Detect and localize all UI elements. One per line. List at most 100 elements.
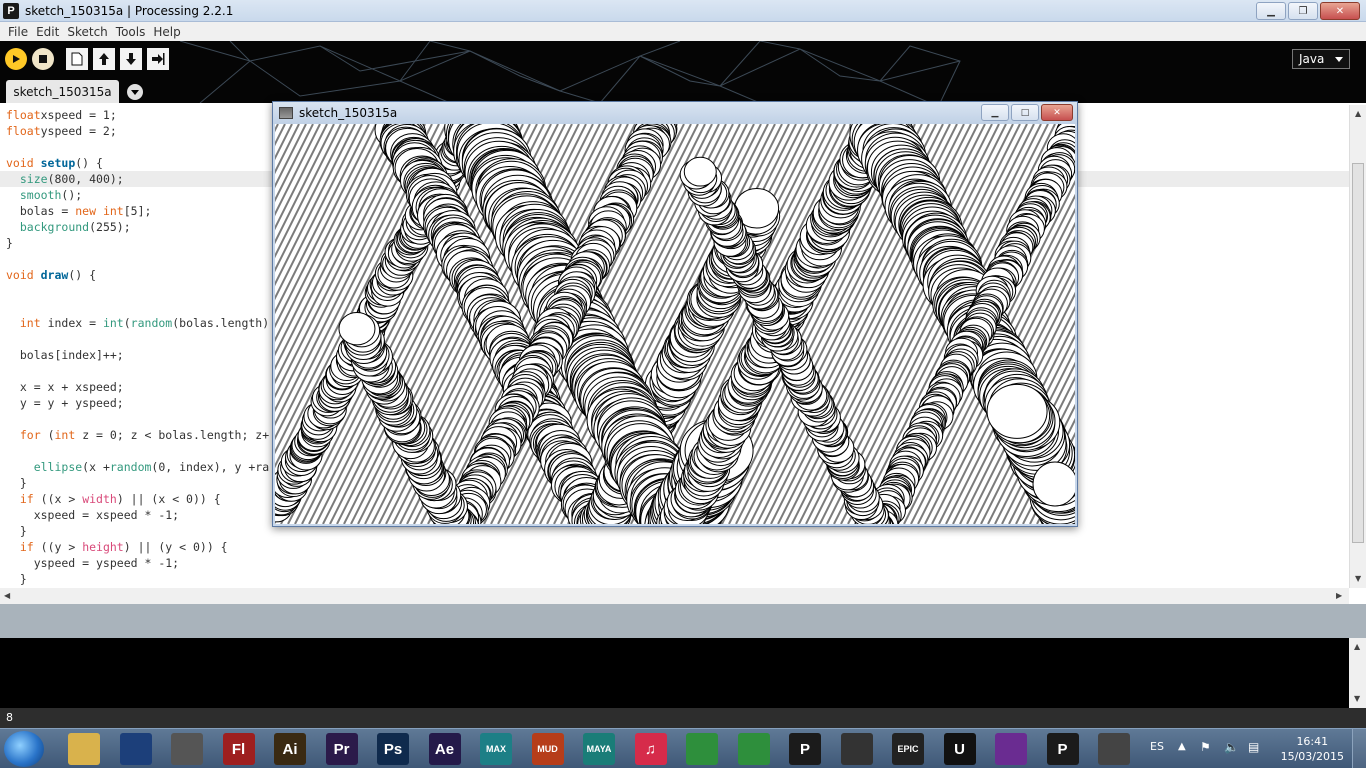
code-line: } [6,475,27,491]
code-token: ((x > [33,492,83,506]
chrome-active-icon[interactable] [737,733,770,765]
save-button[interactable] [120,48,142,70]
scroll-up-icon[interactable]: ▲ [1355,109,1361,118]
premiere-icon-label: Pr [333,740,350,758]
cinema4d-icon[interactable] [119,733,152,765]
epic-games-icon-label: EPIC [897,744,919,754]
unity-icon[interactable] [840,733,873,765]
menu-help[interactable]: Help [149,25,184,39]
new-button[interactable] [66,48,88,70]
code-token: if [19,492,34,506]
sketch-close-button[interactable]: ✕ [1041,104,1073,121]
processing-icon[interactable]: P [789,733,821,765]
minimize-button[interactable]: ▁ [1256,2,1286,20]
sketch-ellipse [683,156,717,187]
menu-file[interactable]: File [4,25,32,39]
maya-icon-label: MAYA [586,744,612,754]
sketch-canvas[interactable] [275,124,1075,524]
code-token: yspeed = 2; [40,124,117,138]
scroll-right-icon[interactable]: ▶ [1336,591,1342,600]
network-icon[interactable]: ▤ [1248,740,1259,754]
open-button[interactable] [93,48,115,70]
close-button[interactable]: ✕ [1320,2,1360,20]
code-token: y = y + yspeed; [6,396,124,410]
maximize-icon: □ [1020,107,1030,118]
sketch-minimize-button[interactable]: ▁ [981,104,1009,121]
scroll-down-icon[interactable]: ▼ [1355,574,1361,583]
code-token: draw [40,268,69,282]
console-area[interactable] [0,638,1349,708]
code-token: ) || (y < 0)) { [123,540,228,554]
code-token: if [19,540,34,554]
unreal-icon[interactable]: U [943,733,976,765]
chrome-icon[interactable] [686,733,718,765]
start-button[interactable] [4,731,44,767]
code-token: width [82,492,117,506]
window-controls: ▁ ❐ ✕ [1256,2,1360,20]
close-icon: ✕ [1053,107,1061,118]
tray-expand-icon[interactable]: ▲ [1178,741,1186,752]
code-line: } [6,523,27,539]
code-token: ellipse [33,460,83,474]
sketch-title-bar[interactable]: sketch_150315a ▁ □ ✕ [273,102,1077,124]
sketch-ellipse [338,312,376,346]
sketch-window[interactable]: sketch_150315a ▁ □ ✕ [272,101,1078,527]
sketch-window-icon [279,107,293,119]
tab-sketch[interactable]: sketch_150315a [6,80,119,103]
epic-games-icon[interactable]: EPIC [892,733,924,765]
file-explorer-icon[interactable] [68,733,100,765]
tab-menu-button[interactable] [127,84,143,100]
sketch-maximize-button[interactable]: □ [1011,104,1039,121]
export-button[interactable] [147,48,169,70]
volume-icon[interactable]: 🔈 [1224,740,1239,754]
photoshop-icon[interactable]: Ps [377,733,409,765]
show-desktop-button[interactable] [1352,729,1366,768]
code-token: int [54,428,76,442]
code-token: } [6,572,27,586]
scroll-left-icon[interactable]: ◀ [4,591,10,600]
upload-arrow-icon [99,53,109,65]
menu-edit[interactable]: Edit [32,25,63,39]
mudbox-icon[interactable]: MUD [531,733,564,765]
menu-tools[interactable]: Tools [112,25,150,39]
maya-icon[interactable]: MAYA [583,733,615,765]
download-arrow-icon [126,53,136,65]
code-token: [5]; [123,204,152,218]
export-arrow-icon [152,53,165,65]
processing-active-icon[interactable]: P [1046,733,1079,765]
stop-button[interactable] [32,48,54,70]
console-scrollbar[interactable]: ▲ ▼ [1349,638,1366,708]
3dsmax-icon[interactable]: MAX [480,733,512,765]
console-scroll-up-icon[interactable]: ▲ [1354,642,1360,651]
mode-dropdown[interactable]: Java [1292,49,1350,69]
code-token: ((y > [33,540,83,554]
itunes-icon[interactable]: ♫ [634,733,667,765]
editor-vertical-scrollbar[interactable]: ▲ ▼ [1349,105,1366,588]
code-token: (); [61,188,83,202]
illustrator-icon[interactable]: Ai [274,733,306,765]
language-indicator[interactable]: ES [1150,740,1164,753]
after-effects-icon[interactable]: Ae [428,733,461,765]
code-line: } [6,235,13,251]
visual-studio-icon[interactable] [995,733,1027,765]
windows-taskbar: Fl Ai Pr Ps Ae MAX MUD MAYA ♫ P EPIC U P ES ▲ ⚑ 🔈 ▤ … [0,728,1366,768]
zbrush-icon[interactable] [171,733,203,765]
flash-icon[interactable]: Fl [222,733,255,765]
run-button[interactable] [5,48,27,70]
flag-icon[interactable]: ⚑ [1200,740,1211,754]
minimize-icon: ▁ [1267,5,1275,17]
clock[interactable]: 16:41 15/03/2015 [1281,734,1344,764]
sketch-window-icon[interactable] [1098,733,1130,765]
console-scroll-down-icon[interactable]: ▼ [1354,694,1360,703]
code-line: ellipse(x +random(0, index), y +ra [6,459,269,475]
scrollbar-thumb[interactable] [1352,163,1364,543]
maximize-button[interactable]: ❐ [1288,2,1318,20]
flash-icon-label: Fl [231,740,246,758]
menu-sketch[interactable]: Sketch [63,25,111,39]
new-file-icon [71,52,83,66]
code-token: x = x + xspeed; [6,380,124,394]
editor-horizontal-scrollbar[interactable]: ◀ ▶ [0,588,1349,604]
code-token: (800, 400); [47,172,124,186]
premiere-icon[interactable]: Pr [325,733,358,765]
